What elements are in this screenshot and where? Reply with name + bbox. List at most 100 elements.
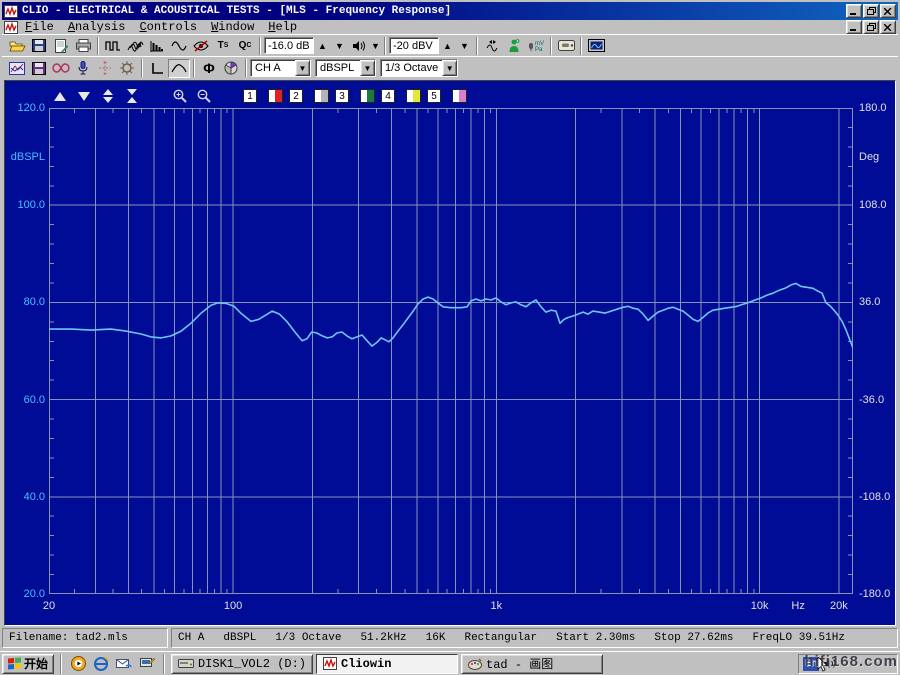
menu-file[interactable]: File xyxy=(18,20,61,34)
status-filename: Filename: tad2.mls xyxy=(2,628,168,648)
qcbox-monitor-icon[interactable] xyxy=(585,36,607,55)
x-axis-tick: 1k xyxy=(474,600,518,612)
mdi-child-icon[interactable] xyxy=(4,21,18,34)
eye-crossed-icon[interactable] xyxy=(190,36,212,55)
fft-analysis-icon[interactable] xyxy=(146,36,168,55)
app-icon[interactable] xyxy=(4,5,18,18)
status-field: CH A xyxy=(178,632,204,644)
start-button[interactable]: 开始 xyxy=(2,654,54,674)
smoothing-select[interactable]: 1/3 Octave▼ xyxy=(380,59,458,77)
new-graph-window-icon[interactable] xyxy=(6,59,28,78)
media-player-icon[interactable] xyxy=(68,655,88,673)
expand-scale-icon[interactable] xyxy=(99,88,117,104)
curve-slot-5-color[interactable] xyxy=(452,89,467,103)
internet-explorer-icon[interactable] xyxy=(91,655,111,673)
restore-button[interactable] xyxy=(863,4,879,18)
child-restore-button[interactable] xyxy=(863,20,879,34)
y-axis-tick-right: -36.0 xyxy=(859,394,900,406)
paint-icon xyxy=(468,658,482,670)
mic-sensitivity-icon[interactable]: mVPa xyxy=(525,36,547,55)
menu-help[interactable]: Help xyxy=(261,20,304,34)
curve-slot-4-button[interactable]: 4 xyxy=(381,89,395,103)
smoothing-value: 1/3 Octave xyxy=(381,62,442,74)
child-minimize-button[interactable] xyxy=(846,20,862,34)
volume-icon[interactable] xyxy=(823,658,836,669)
chevron-down-icon[interactable]: ▼ xyxy=(442,60,457,76)
x-axis-tick: 20 xyxy=(27,600,71,612)
zoom-in-icon[interactable] xyxy=(171,88,189,104)
menu-window[interactable]: Window xyxy=(204,20,261,34)
input-sensitivity-up-button[interactable]: ▲ xyxy=(439,37,456,54)
thiele-small-icon[interactable]: TS xyxy=(212,36,234,55)
mls-analysis-icon[interactable] xyxy=(102,36,124,55)
export-notes-icon[interactable] xyxy=(50,36,72,55)
unit-select[interactable]: dBSPL▼ xyxy=(315,59,376,77)
loop-icon[interactable] xyxy=(50,59,72,78)
taskbar: 开始 DISK1_VOL2 (D:) Cliowin tad - 画图 En xyxy=(0,651,900,675)
outlook-express-icon[interactable] xyxy=(114,655,134,673)
curve-slot-1-button[interactable]: 1 xyxy=(243,89,257,103)
clio-icon xyxy=(323,657,337,670)
show-desktop-icon[interactable] xyxy=(137,655,157,673)
curve-slot-2-color[interactable] xyxy=(314,89,329,103)
open-file-icon[interactable] xyxy=(6,36,28,55)
menu-bar: File Analysis Controls Window Help xyxy=(2,20,898,34)
language-indicator[interactable]: En xyxy=(803,657,819,671)
toolbar-separator xyxy=(580,37,582,55)
curve-slot-3-color[interactable] xyxy=(360,89,375,103)
y-axis-tick-right: 108.0 xyxy=(859,199,900,211)
settings-gear-icon[interactable] xyxy=(116,59,138,78)
curve-slot-3-button[interactable]: 3 xyxy=(335,89,349,103)
output-level-field[interactable]: -16.0 dB xyxy=(264,37,314,54)
speaker-output-icon[interactable] xyxy=(348,36,370,55)
phase-icon[interactable]: Φ xyxy=(198,59,220,78)
save-measurement-icon[interactable] xyxy=(28,59,50,78)
graph-toolbar: Φ CH A▼ dBSPL▼ 1/3 Octave▼ xyxy=(2,56,898,79)
status-field: dBSPL xyxy=(223,632,256,644)
task-paint-window[interactable]: tad - 画图 xyxy=(461,654,603,674)
shift-up-icon[interactable] xyxy=(51,88,69,104)
curve-slot-4-color[interactable] xyxy=(406,89,421,103)
phantom-person-icon[interactable] xyxy=(503,36,525,55)
input-sensitivity-field[interactable]: -20 dBV xyxy=(389,37,439,54)
toolbar-separator xyxy=(193,59,195,77)
menu-analysis[interactable]: Analysis xyxy=(61,20,133,34)
window-title: CLIO - ELECTRICAL & ACOUSTICAL TESTS - [… xyxy=(22,5,845,17)
shift-down-icon[interactable] xyxy=(75,88,93,104)
compress-scale-icon[interactable] xyxy=(123,88,141,104)
save-icon[interactable] xyxy=(28,36,50,55)
status-field: 51.2kHz xyxy=(360,632,406,644)
curve-slot-5-button[interactable]: 5 xyxy=(427,89,441,103)
svg-text:Pa: Pa xyxy=(535,47,543,52)
output-options-dropdown[interactable]: ▼ xyxy=(370,37,381,54)
minimize-button[interactable] xyxy=(846,4,862,18)
child-close-button[interactable] xyxy=(880,20,896,34)
menu-controls[interactable]: Controls xyxy=(132,20,204,34)
toolbar-separator xyxy=(141,59,143,77)
channel-select[interactable]: CH A▼ xyxy=(250,59,311,77)
y-axis-tick-right: -108.0 xyxy=(859,491,900,503)
axis-scale-icon[interactable] xyxy=(146,59,168,78)
zoom-out-icon[interactable] xyxy=(195,88,213,104)
chevron-down-icon[interactable]: ▼ xyxy=(360,60,375,76)
curve-slot-1-color[interactable] xyxy=(268,89,283,103)
hardware-box-icon[interactable] xyxy=(555,36,577,55)
waterfall-analysis-icon[interactable] xyxy=(124,36,146,55)
main-toolbar: TS QC -16.0 dB ▲ ▼ ▼ -20 dBV ▲ ▼ mVPa xyxy=(2,34,898,56)
print-icon[interactable] xyxy=(72,36,94,55)
input-sensitivity-down-button[interactable]: ▼ xyxy=(456,37,473,54)
move-crosshair-icon[interactable] xyxy=(94,59,116,78)
sinusoidal-analysis-icon[interactable] xyxy=(168,36,190,55)
polar-plot-icon[interactable] xyxy=(220,59,242,78)
quality-control-icon[interactable]: QC xyxy=(234,36,256,55)
output-level-down-button[interactable]: ▼ xyxy=(331,37,348,54)
chevron-down-icon[interactable]: ▼ xyxy=(295,60,310,76)
autorange-icon[interactable] xyxy=(481,36,503,55)
task-disk-window[interactable]: DISK1_VOL2 (D:) xyxy=(171,654,313,674)
close-button[interactable] xyxy=(880,4,896,18)
curve-slot-2-button[interactable]: 2 xyxy=(289,89,303,103)
microphone-icon[interactable] xyxy=(72,59,94,78)
output-level-up-button[interactable]: ▲ xyxy=(314,37,331,54)
task-cliowin-window[interactable]: Cliowin xyxy=(316,654,458,674)
smooth-curve-icon[interactable] xyxy=(168,59,190,78)
